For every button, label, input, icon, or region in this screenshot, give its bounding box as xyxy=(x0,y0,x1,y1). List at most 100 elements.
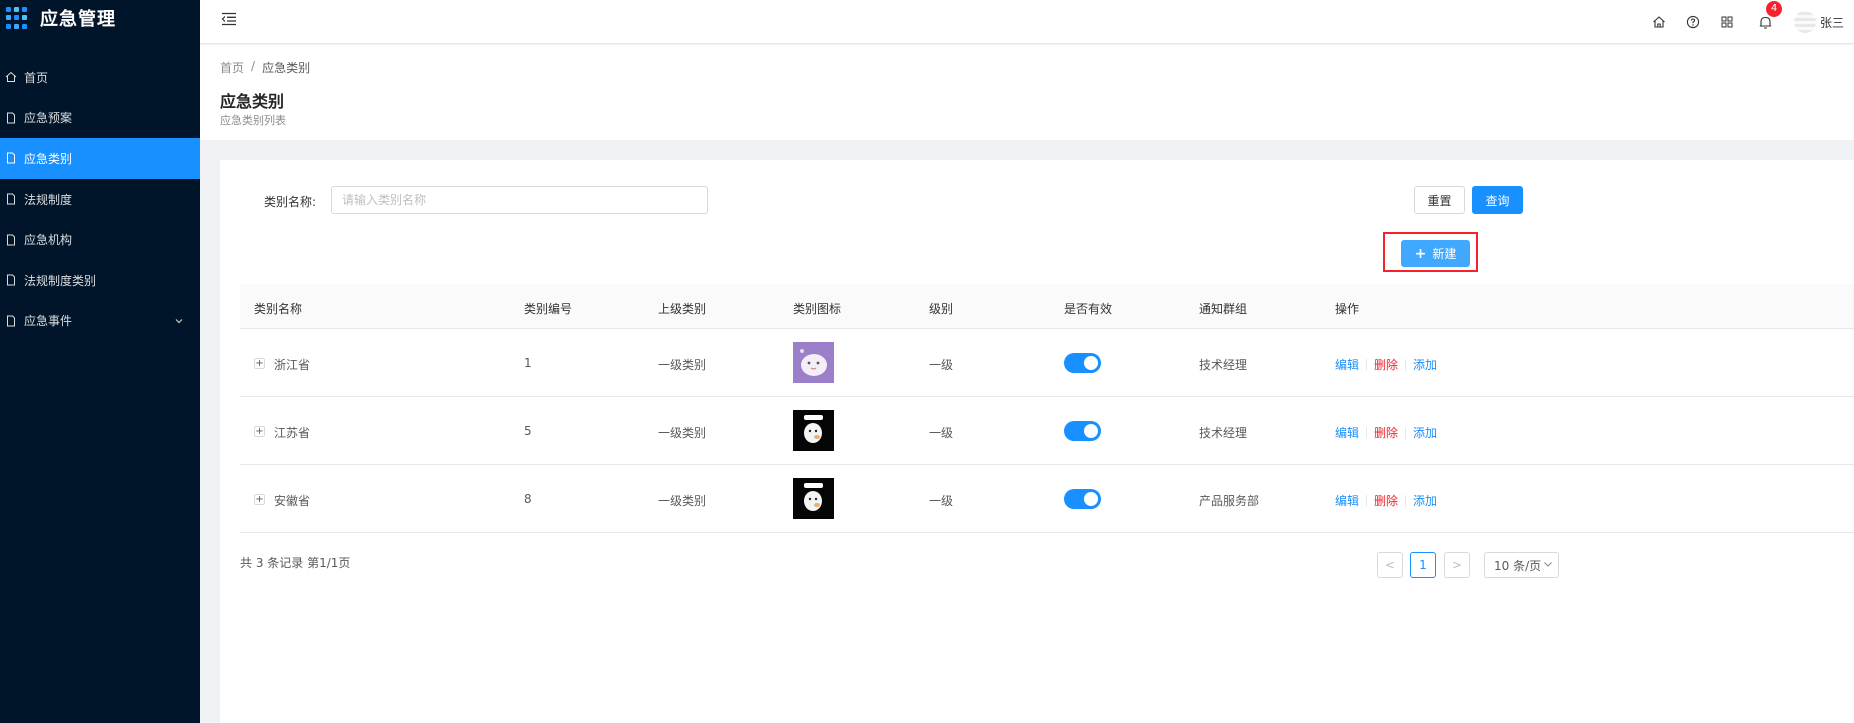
sidebar-item-emergency-agency[interactable]: 应急机构 xyxy=(0,219,200,260)
sidebar-item-regulation-category[interactable]: 法规制度类别 xyxy=(0,260,200,301)
cell-level: 一级 xyxy=(929,358,954,372)
reset-button[interactable]: 重置 xyxy=(1414,186,1465,214)
new-button[interactable]: + 新建 xyxy=(1401,240,1470,267)
breadcrumb-separator: / xyxy=(251,59,256,73)
sidebar-item-home[interactable]: 首页 xyxy=(0,57,200,98)
action-divider xyxy=(1366,358,1368,371)
expand-row-button[interactable]: + xyxy=(254,426,265,437)
file-icon xyxy=(4,273,18,287)
cell-category-code: 5 xyxy=(524,424,532,438)
valid-toggle[interactable] xyxy=(1064,421,1101,441)
sidebar-item-label: 应急类别 xyxy=(24,151,73,166)
sidebar-item-label: 应急事件 xyxy=(24,314,73,329)
category-name-input[interactable] xyxy=(331,186,708,214)
add-link[interactable]: 添加 xyxy=(1413,356,1437,373)
app-title: 应急管理 xyxy=(40,9,116,30)
column-header: 是否有效 xyxy=(1064,302,1113,316)
chevron-down-icon[interactable] xyxy=(174,315,184,329)
column-header: 类别图标 xyxy=(793,302,842,316)
column-header: 上级类别 xyxy=(658,302,707,316)
help-icon[interactable] xyxy=(1676,0,1710,44)
add-link[interactable]: 添加 xyxy=(1413,424,1437,441)
sidebar-item-label: 首页 xyxy=(24,70,49,85)
home-icon[interactable] xyxy=(1642,0,1676,44)
table-row: + 江苏省 5 一级类别 一级 技术经理 编辑 删除 添加 xyxy=(240,397,1854,465)
file-icon xyxy=(4,111,18,125)
total-records-text: 共 3 条记录 第1/1页 xyxy=(240,556,351,570)
column-header: 类别编号 xyxy=(524,302,573,316)
menu-fold-icon[interactable] xyxy=(220,10,238,28)
delete-link[interactable]: 删除 xyxy=(1374,424,1398,441)
file-icon xyxy=(4,151,18,165)
home-icon xyxy=(4,70,18,84)
sidebar-item-label: 法规制度 xyxy=(24,192,73,207)
category-image xyxy=(793,478,834,519)
header-actions: 4 张三 xyxy=(1642,0,1854,44)
top-header: 4 张三 xyxy=(200,0,1854,44)
edit-link[interactable]: 编辑 xyxy=(1335,356,1359,373)
bell-icon xyxy=(1758,15,1773,30)
sidebar-item-label: 法规制度类别 xyxy=(24,273,97,288)
category-image xyxy=(793,342,834,383)
delete-link[interactable]: 删除 xyxy=(1374,492,1398,509)
add-link[interactable]: 添加 xyxy=(1413,492,1437,509)
sidebar-item-label: 应急预案 xyxy=(24,111,73,126)
page-header: 首页 / 应急类别 应急类别 应急类别列表 xyxy=(200,45,1854,140)
username[interactable]: 张三 xyxy=(1820,14,1854,31)
page-title: 应急类别 xyxy=(220,92,285,111)
sidebar-menu: 首页 应急预案 应急类别 法规制度 应急机构 法规制度类别 应急事件 xyxy=(0,57,200,341)
category-table: 类别名称 类别编号 上级类别 类别图标 级别 是否有效 通知群组 操作 + 浙江… xyxy=(240,284,1854,533)
app-logo[interactable]: 应急管理 xyxy=(0,0,200,36)
sidebar-item-regulations[interactable]: 法规制度 xyxy=(0,179,200,220)
logo-grid-icon xyxy=(6,7,28,29)
cell-level: 一级 xyxy=(929,426,954,440)
delete-link[interactable]: 删除 xyxy=(1374,356,1398,373)
valid-toggle[interactable] xyxy=(1064,489,1101,509)
chevron-down-icon xyxy=(1542,558,1554,573)
apps-icon[interactable] xyxy=(1710,0,1744,44)
file-icon xyxy=(4,233,18,247)
edit-link[interactable]: 编辑 xyxy=(1335,492,1359,509)
sidebar-item-emergency-category[interactable]: 应急类别 xyxy=(0,138,200,179)
cell-level: 一级 xyxy=(929,494,954,508)
cell-category-name: 浙江省 xyxy=(274,358,311,372)
cell-notify-group: 技术经理 xyxy=(1199,426,1248,440)
row-actions: 编辑 删除 添加 xyxy=(1335,356,1437,373)
prev-page-button[interactable]: < xyxy=(1377,552,1403,578)
plus-icon: + xyxy=(1414,245,1427,262)
valid-toggle[interactable] xyxy=(1064,353,1101,373)
cell-parent-category: 一级类别 xyxy=(658,494,707,508)
notification-button[interactable]: 4 xyxy=(1748,0,1782,44)
action-divider xyxy=(1405,426,1407,439)
next-page-button[interactable]: > xyxy=(1444,552,1470,578)
content-card: 类别名称: 重置 查询 + 新建 类别名称 类别编号 上级类别 类别图标 级别 … xyxy=(220,160,1854,723)
breadcrumb-home[interactable]: 首页 xyxy=(220,59,244,76)
file-icon xyxy=(4,314,18,328)
cell-notify-group: 产品服务部 xyxy=(1199,494,1260,508)
expand-row-button[interactable]: + xyxy=(254,358,265,369)
cell-parent-category: 一级类别 xyxy=(658,358,707,372)
cell-notify-group: 技术经理 xyxy=(1199,358,1248,372)
query-button[interactable]: 查询 xyxy=(1472,186,1523,214)
action-divider xyxy=(1366,426,1368,439)
page-size-value: 10 条/页 xyxy=(1494,558,1542,573)
cell-category-name: 安徽省 xyxy=(274,494,311,508)
action-divider xyxy=(1405,358,1407,371)
page-size-select[interactable]: 10 条/页 xyxy=(1484,552,1559,578)
file-icon xyxy=(4,192,18,206)
cell-category-name: 江苏省 xyxy=(274,426,311,440)
row-actions: 编辑 删除 添加 xyxy=(1335,424,1437,441)
sidebar-item-emergency-plan[interactable]: 应急预案 xyxy=(0,98,200,139)
sidebar-item-label: 应急机构 xyxy=(24,233,73,248)
notification-badge: 4 xyxy=(1766,1,1782,17)
expand-row-button[interactable]: + xyxy=(254,494,265,505)
avatar[interactable] xyxy=(1794,11,1816,33)
sidebar-item-emergency-event[interactable]: 应急事件 xyxy=(0,301,200,342)
table-row: + 浙江省 1 一级类别 一级 技术经理 编辑 删除 添加 xyxy=(240,329,1854,397)
table-row: + 安徽省 8 一级类别 一级 产品服务部 编辑 删除 添加 xyxy=(240,465,1854,533)
sidebar: 应急管理 首页 应急预案 应急类别 法规制度 应急机构 法规制度类别 应急事件 xyxy=(0,0,200,723)
cell-category-code: 8 xyxy=(524,492,532,506)
page-number-button[interactable]: 1 xyxy=(1410,552,1436,578)
column-header: 类别名称 xyxy=(254,302,303,316)
edit-link[interactable]: 编辑 xyxy=(1335,424,1359,441)
